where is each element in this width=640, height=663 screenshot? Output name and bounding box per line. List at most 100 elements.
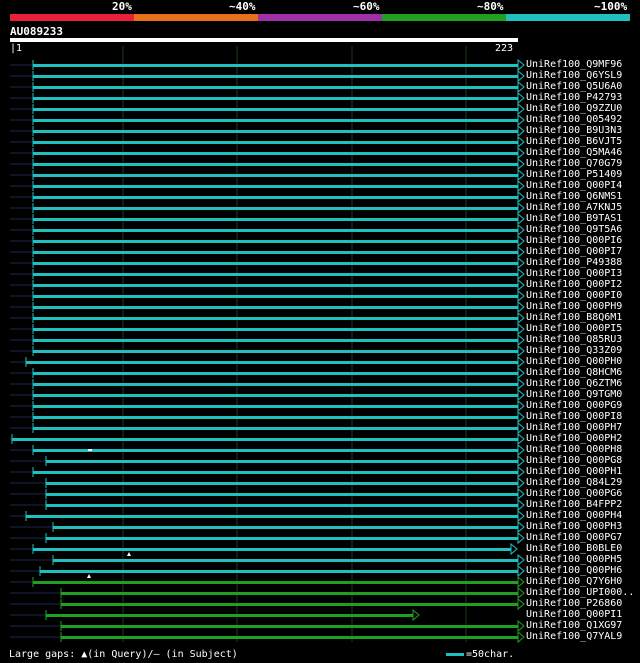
hit-line (33, 240, 518, 243)
hit-label[interactable]: UniRef100_B4FPP2 (526, 499, 622, 510)
hit-line (33, 317, 518, 320)
hit-label[interactable]: UniRef100_Q00PG9 (526, 400, 622, 411)
hit-line (61, 636, 518, 639)
hit-label[interactable]: UniRef100_P42793 (526, 92, 622, 103)
hit-arrow (517, 520, 525, 534)
hit-label[interactable]: UniRef100_Q00PI6 (526, 235, 622, 246)
hit-label[interactable]: UniRef100_Q00PH3 (526, 521, 622, 532)
hit-label[interactable]: UniRef100_Q00PI0 (526, 290, 622, 301)
hit-label[interactable]: UniRef100_Q00PI4 (526, 180, 622, 191)
hit-label[interactable]: UniRef100_Q9TGM0 (526, 389, 622, 400)
hit-label[interactable]: UniRef100_Q00PI5 (526, 323, 622, 334)
hit-label[interactable]: UniRef100_Q00PG8 (526, 455, 622, 466)
hit-label[interactable]: UniRef100_UPI000.. (526, 587, 634, 598)
hit-arrow (517, 575, 525, 589)
hit-arrow (517, 553, 525, 567)
hit-line (33, 141, 518, 144)
hit-label[interactable]: UniRef100_Q9MF96 (526, 59, 622, 70)
hit-line (33, 427, 518, 430)
hit-label[interactable]: UniRef100_P26860 (526, 598, 622, 609)
hit-line (53, 559, 518, 562)
hit-arrow (517, 388, 525, 402)
hit-arrow (517, 421, 525, 435)
hit-label[interactable]: UniRef100_Q00PI1 (526, 609, 622, 620)
hit-arrow (517, 256, 525, 270)
hit-line (33, 471, 518, 474)
hit-line (33, 328, 518, 331)
hit-label[interactable]: UniRef100_Q7YAL9 (526, 631, 622, 642)
hit-label[interactable]: UniRef100_B6VJT5 (526, 136, 622, 147)
hit-label[interactable]: UniRef100_Q9ZZU0 (526, 103, 622, 114)
hit-label[interactable]: UniRef100_Q00PH9 (526, 301, 622, 312)
hit-label[interactable]: UniRef100_B9TAS1 (526, 213, 622, 224)
hit-label[interactable]: UniRef100_Q00PI7 (526, 246, 622, 257)
hit-arrow (517, 146, 525, 160)
hit-label[interactable]: UniRef100_B9U3N3 (526, 125, 622, 136)
hit-label[interactable]: UniRef100_Q5MA46 (526, 147, 622, 158)
hit-label[interactable]: UniRef100_Q85RU3 (526, 334, 622, 345)
hit-arrow (517, 366, 525, 380)
hit-line (61, 625, 518, 628)
hit-line (33, 394, 518, 397)
hit-arrow (517, 135, 525, 149)
hit-arrow (517, 432, 525, 446)
hit-line (33, 196, 518, 199)
hit-label[interactable]: UniRef100_Q00PH1 (526, 466, 622, 477)
hit-arrow (517, 234, 525, 248)
hit-label[interactable]: UniRef100_Q33Z09 (526, 345, 622, 356)
hit-arrow (517, 355, 525, 369)
hit-arrow (517, 586, 525, 600)
hit-line (33, 350, 518, 353)
hit-label[interactable]: UniRef100_Q00PH5 (526, 554, 622, 565)
hit-label[interactable]: UniRef100_Q00PI8 (526, 411, 622, 422)
hit-line (33, 581, 518, 584)
hit-line (33, 108, 518, 111)
hit-label[interactable]: UniRef100_B8Q6M1 (526, 312, 622, 323)
hit-arrow (517, 630, 525, 644)
hit-label[interactable]: UniRef100_Q6NMS1 (526, 191, 622, 202)
hit-label[interactable]: UniRef100_Q00PH4 (526, 510, 622, 521)
hit-line (46, 460, 518, 463)
hit-label[interactable]: UniRef100_Q00PH7 (526, 422, 622, 433)
hit-label[interactable]: UniRef100_Q00PI2 (526, 279, 622, 290)
hit-arrow (517, 344, 525, 358)
hit-label[interactable]: UniRef100_P49388 (526, 257, 622, 268)
hit-arrow (517, 58, 525, 72)
hit-label[interactable]: UniRef100_Q1XG97 (526, 620, 622, 631)
hit-arrow (517, 223, 525, 237)
hit-label[interactable]: UniRef100_Q70G79 (526, 158, 622, 169)
hit-line (33, 119, 518, 122)
hit-label[interactable]: UniRef100_Q00PH8 (526, 444, 622, 455)
hit-label[interactable]: UniRef100_Q00PI3 (526, 268, 622, 279)
hit-label[interactable]: UniRef100_Q00PG6 (526, 488, 622, 499)
hit-label[interactable]: UniRef100_Q8HCM6 (526, 367, 622, 378)
hit-line (46, 482, 518, 485)
hit-label[interactable]: UniRef100_Q6YSL9 (526, 70, 622, 81)
hit-line (33, 372, 518, 375)
hit-arrow (517, 124, 525, 138)
hit-arrow (517, 113, 525, 127)
hit-label[interactable]: UniRef100_P51409 (526, 169, 622, 180)
hit-line (40, 570, 518, 573)
hit-arrow (517, 311, 525, 325)
hit-label[interactable]: UniRef100_Q00PH2 (526, 433, 622, 444)
hit-arrow (517, 179, 525, 193)
hit-line (33, 251, 518, 254)
hit-label[interactable]: UniRef100_Q00PH6 (526, 565, 622, 576)
scale-legend: =50char. (446, 649, 514, 661)
hit-arrow (517, 509, 525, 523)
hit-label[interactable]: UniRef100_Q05492 (526, 114, 622, 125)
hit-line (46, 504, 518, 507)
hit-label[interactable]: UniRef100_Q00PG7 (526, 532, 622, 543)
hit-label[interactable]: UniRef100_Q84L29 (526, 477, 622, 488)
subject-gap-marker (88, 449, 92, 451)
hit-label[interactable]: UniRef100_Q6ZTM6 (526, 378, 622, 389)
hit-line (33, 416, 518, 419)
hit-label[interactable]: UniRef100_Q00PH0 (526, 356, 622, 367)
hit-label[interactable]: UniRef100_B0BLE0 (526, 543, 622, 554)
hit-label[interactable]: UniRef100_Q5U6A0 (526, 81, 622, 92)
hit-label[interactable]: UniRef100_Q7Y6H0 (526, 576, 622, 587)
hit-line (33, 449, 518, 452)
hit-label[interactable]: UniRef100_Q9T5A6 (526, 224, 622, 235)
hit-label[interactable]: UniRef100_A7KNJ5 (526, 202, 622, 213)
